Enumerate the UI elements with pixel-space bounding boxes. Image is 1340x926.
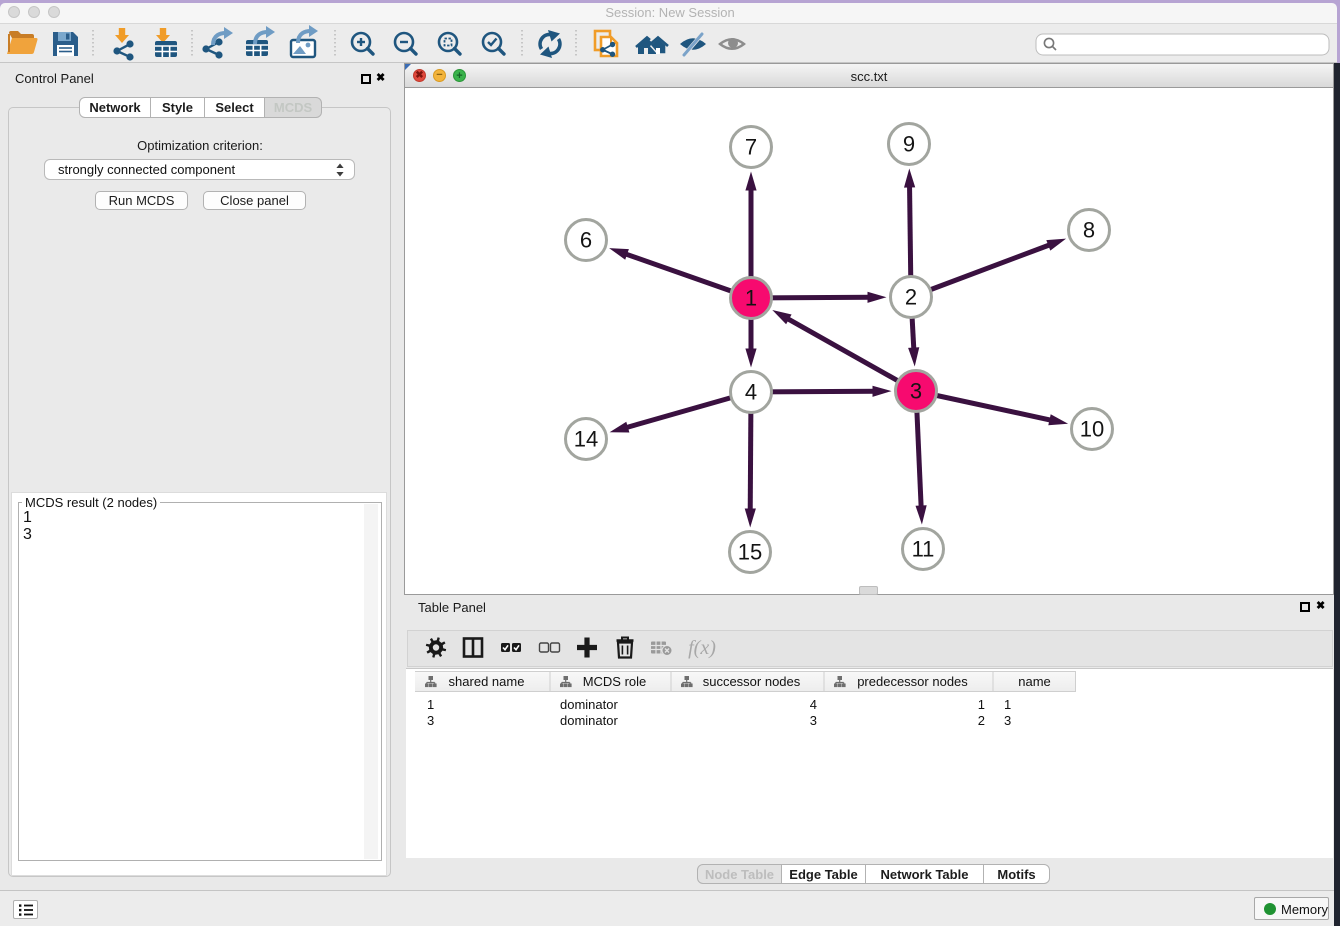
- svg-text:3: 3: [910, 379, 922, 404]
- svg-text:9: 9: [903, 132, 915, 157]
- svg-text:8: 8: [1083, 218, 1095, 243]
- svg-text:14: 14: [574, 427, 598, 452]
- svg-text:shared name: shared name: [449, 674, 525, 689]
- svg-text:4: 4: [745, 380, 757, 405]
- svg-text:MCDS role: MCDS role: [583, 674, 647, 689]
- svg-text:successor nodes: successor nodes: [703, 674, 801, 689]
- svg-text:1: 1: [745, 286, 757, 311]
- svg-text:predecessor nodes: predecessor nodes: [857, 674, 968, 689]
- svg-text:2: 2: [905, 285, 917, 310]
- svg-text:15: 15: [738, 540, 762, 565]
- svg-text:7: 7: [745, 135, 757, 160]
- svg-text:10: 10: [1080, 417, 1104, 442]
- svg-text:f(x): f(x): [688, 637, 716, 659]
- svg-text:6: 6: [580, 228, 592, 253]
- svg-text:name: name: [1018, 674, 1051, 689]
- svg-text:11: 11: [912, 537, 935, 562]
